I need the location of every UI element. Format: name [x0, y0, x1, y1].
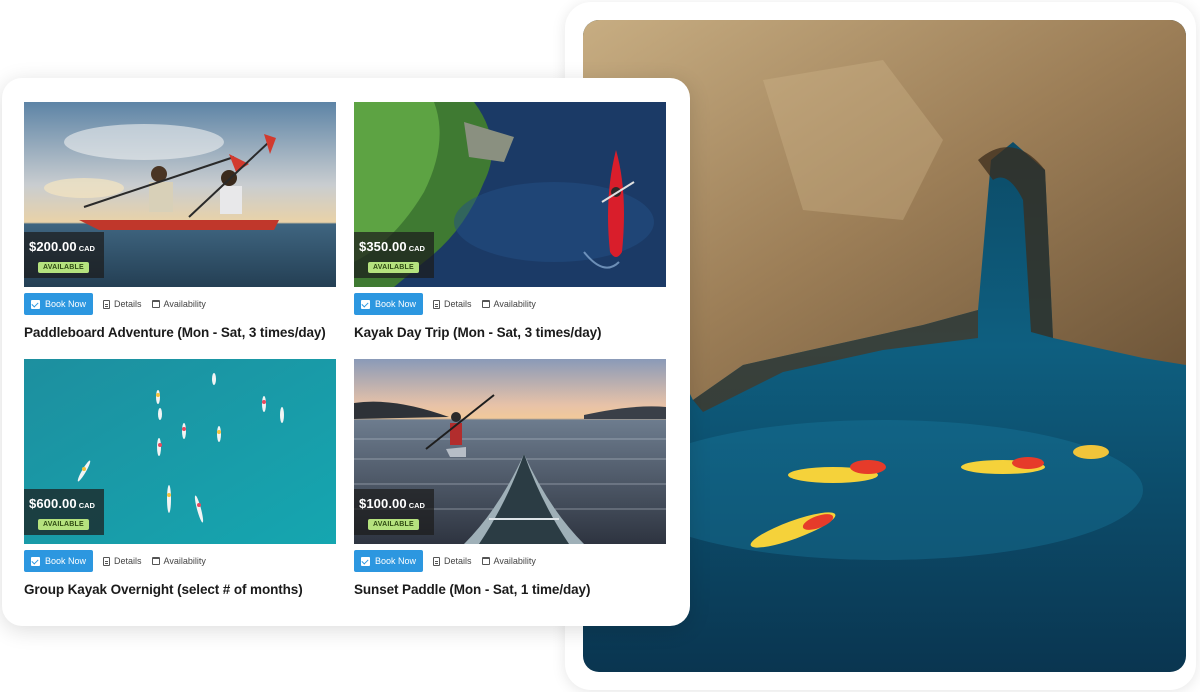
availability-label: Availability [163, 556, 206, 566]
status-badge: AVAILABLE [38, 262, 89, 273]
availability-label: Availability [493, 556, 536, 566]
details-link[interactable]: Details [103, 556, 142, 566]
document-icon [103, 299, 111, 309]
listing-tile-group-kayak: $600.00 CAD AVAILABLE Book Now Details Av… [24, 359, 336, 597]
listing-title[interactable]: Sunset Paddle (Mon - Sat, 1 time/day) [354, 582, 666, 597]
book-now-button[interactable]: Book Now [354, 550, 424, 572]
price-currency: CAD [78, 244, 95, 253]
availability-link[interactable]: Availability [151, 556, 206, 566]
book-now-label: Book Now [45, 556, 87, 566]
book-now-button[interactable]: Book Now [24, 550, 94, 572]
details-link[interactable]: Details [433, 299, 472, 309]
listing-actions: Book Now Details Availability [354, 293, 666, 315]
listing-actions: Book Now Details Availability [24, 293, 336, 315]
listing-photo[interactable]: $100.00 CAD AVAILABLE [354, 359, 666, 544]
listing-tile-kayak-day-trip: $350.00 CAD AVAILABLE Book Now Details Av… [354, 102, 666, 340]
price-tag: $100.00 CAD AVAILABLE [354, 489, 434, 535]
details-label: Details [114, 299, 142, 309]
price-currency: CAD [78, 501, 95, 510]
calendar-icon [481, 557, 490, 565]
status-badge: AVAILABLE [38, 519, 89, 530]
status-badge: AVAILABLE [368, 262, 419, 273]
price-amount: $350.00 [359, 239, 407, 254]
price-tag: $350.00 CAD AVAILABLE [354, 232, 434, 278]
price-tag: $200.00 CAD AVAILABLE [24, 232, 104, 278]
listing-tile-sunset-paddle: $100.00 CAD AVAILABLE Book Now Details Av… [354, 359, 666, 597]
calendar-icon [151, 557, 160, 565]
checkbox-icon [361, 299, 370, 309]
listing-photo[interactable]: $350.00 CAD AVAILABLE [354, 102, 666, 287]
calendar-icon [481, 300, 490, 308]
availability-link[interactable]: Availability [481, 299, 536, 309]
checkbox-icon [31, 299, 40, 309]
details-link[interactable]: Details [103, 299, 142, 309]
availability-label: Availability [493, 299, 536, 309]
calendar-icon [151, 300, 160, 308]
listing-title[interactable]: Group Kayak Overnight (select # of month… [24, 582, 336, 597]
checkbox-icon [361, 556, 370, 566]
availability-link[interactable]: Availability [151, 299, 206, 309]
tour-listing-card: $200.00 CAD AVAILABLE Book Now Details Av… [2, 78, 690, 626]
availability-label: Availability [163, 299, 206, 309]
listing-photo[interactable]: $600.00 CAD AVAILABLE [24, 359, 336, 544]
document-icon [433, 556, 441, 566]
price-tag: $600.00 CAD AVAILABLE [24, 489, 104, 535]
status-badge: AVAILABLE [368, 519, 419, 530]
details-link[interactable]: Details [433, 556, 472, 566]
listing-actions: Book Now Details Availability [354, 550, 666, 572]
checkbox-icon [31, 556, 40, 566]
book-now-label: Book Now [375, 299, 417, 309]
listing-actions: Book Now Details Availability [24, 550, 336, 572]
listing-tile-paddleboard: $200.00 CAD AVAILABLE Book Now Details Av… [24, 102, 336, 340]
book-now-button[interactable]: Book Now [354, 293, 424, 315]
book-now-label: Book Now [45, 299, 87, 309]
details-label: Details [444, 556, 472, 566]
details-label: Details [114, 556, 142, 566]
price-currency: CAD [408, 244, 425, 253]
book-now-button[interactable]: Book Now [24, 293, 94, 315]
book-now-label: Book Now [375, 556, 417, 566]
price-amount: $100.00 [359, 496, 407, 511]
price-amount: $600.00 [29, 496, 77, 511]
document-icon [433, 299, 441, 309]
listing-title[interactable]: Kayak Day Trip (Mon - Sat, 3 times/day) [354, 325, 666, 340]
document-icon [103, 556, 111, 566]
price-amount: $200.00 [29, 239, 77, 254]
listing-photo[interactable]: $200.00 CAD AVAILABLE [24, 102, 336, 287]
availability-link[interactable]: Availability [481, 556, 536, 566]
price-currency: CAD [408, 501, 425, 510]
details-label: Details [444, 299, 472, 309]
listing-title[interactable]: Paddleboard Adventure (Mon - Sat, 3 time… [24, 325, 336, 340]
